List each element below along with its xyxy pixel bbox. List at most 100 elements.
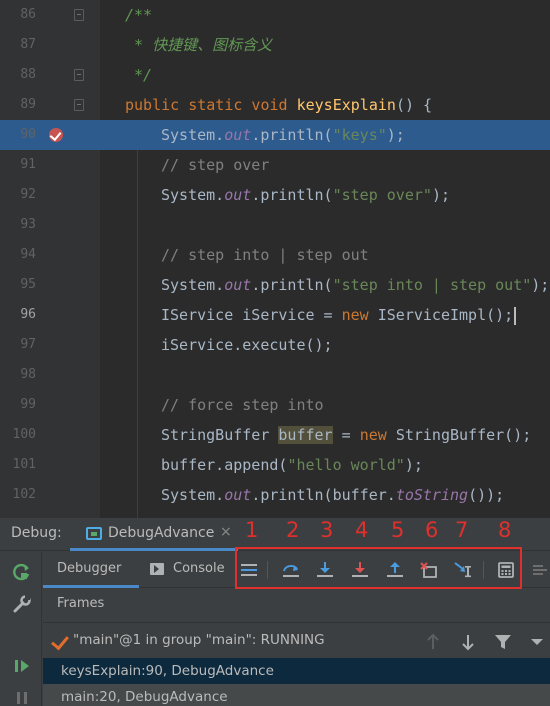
code-line[interactable]: 95 System.out.println("step into | step o… <box>0 270 550 300</box>
code-line[interactable]: 101 buffer.append("hello world"); <box>0 450 550 480</box>
annotation-number-7: 7 <box>455 518 469 542</box>
code-text: public static void keysExplain() { <box>125 95 432 115</box>
check-icon <box>51 631 69 651</box>
annotation-number-6: 6 <box>425 518 439 542</box>
code-text: // step over <box>161 155 269 175</box>
tab-console[interactable]: Console <box>139 552 231 588</box>
code-token: out <box>224 126 252 144</box>
code-token: System. <box>161 186 225 204</box>
code-line[interactable]: 90 System.out.println("keys"); <box>0 120 550 150</box>
fold-marker-icon[interactable] <box>74 99 84 111</box>
code-line[interactable]: 93 <box>0 210 550 240</box>
code-text: StringBuffer buffer = new StringBuffer()… <box>161 425 531 445</box>
code-token: "keys" <box>332 126 387 144</box>
filter-icon[interactable] <box>493 632 513 652</box>
code-token: // step over <box>161 156 270 174</box>
code-line[interactable]: 89 public static void keysExplain() { <box>0 90 550 120</box>
step-into-icon[interactable] <box>315 560 335 580</box>
annotation-number-8: 8 <box>498 518 512 542</box>
code-line[interactable]: 91 // step over <box>0 150 550 180</box>
annotation-number-3: 3 <box>320 518 334 542</box>
code-line[interactable]: 87 * 快捷键、图标含义 <box>0 30 550 60</box>
code-line[interactable]: 98 <box>0 360 550 390</box>
debug-header: Debug: DebugAdvance × 1 2 3 4 5 6 7 8 <box>0 518 550 551</box>
code-editor[interactable]: 86/** 87 * 快捷键、图标含义 88 */89 public static v… <box>0 0 550 518</box>
code-text: IService iService = new IServiceImpl(); <box>161 305 517 325</box>
frame-label: keysExplain:90, DebugAdvance <box>61 663 274 679</box>
thread-selector[interactable]: "main"@1 in group "main": RUNNING <box>43 623 550 660</box>
debug-session-tab[interactable]: DebugAdvance × <box>70 518 238 551</box>
code-text: System.out.println("keys"); <box>161 125 405 145</box>
line-number: 93 <box>20 217 36 232</box>
code-text: // force step into <box>161 395 324 415</box>
breakpoint-icon[interactable] <box>49 128 63 142</box>
frame-item[interactable]: main:20, DebugAdvance <box>43 684 550 706</box>
code-line[interactable]: 96 IService iService = new IServiceImpl()… <box>0 300 550 330</box>
annotation-number-1: 1 <box>245 518 259 542</box>
wrench-settings-icon[interactable] <box>12 594 32 614</box>
run-to-cursor-icon[interactable] <box>453 560 473 580</box>
code-token: // force step into <box>161 396 324 414</box>
resume-program-icon[interactable] <box>12 656 32 676</box>
trace-current-stream-icon[interactable] <box>531 560 550 580</box>
code-line[interactable]: 94 // step into | step out <box>0 240 550 270</box>
code-line[interactable]: 102 System.out.println(buffer.toString())… <box>0 480 550 510</box>
code-token: StringBuffer <box>161 426 279 444</box>
show-execution-point-icon[interactable] <box>239 560 259 580</box>
close-tab-button[interactable]: × <box>220 524 232 540</box>
line-number: 97 <box>20 337 36 352</box>
code-line[interactable]: 88 */ <box>0 60 550 90</box>
arrow-down-icon[interactable] <box>458 632 478 652</box>
line-number: 91 <box>20 157 36 172</box>
line-number: 102 <box>12 487 36 502</box>
line-number: 96 <box>20 307 36 322</box>
code-line[interactable]: 99 // force step into <box>0 390 550 420</box>
step-out-icon[interactable] <box>385 560 405 580</box>
code-token: "step into | step out" <box>332 276 532 294</box>
drop-frame-icon[interactable] <box>419 560 439 580</box>
code-token: out <box>224 186 252 204</box>
code-token: .println( <box>251 126 333 144</box>
code-token: "hello world" <box>287 456 405 474</box>
tab-debugger-label: Debugger <box>57 561 122 576</box>
line-number: 95 <box>20 277 36 292</box>
chevron-down-icon[interactable] <box>527 632 547 652</box>
code-token: public static void <box>125 96 297 114</box>
code-token: System. <box>161 486 225 504</box>
code-token: .println( <box>251 186 333 204</box>
code-line[interactable]: 100 StringBuffer buffer = new StringBuffe… <box>0 420 550 450</box>
code-text: System.out.println(buffer.toString()); <box>161 485 504 505</box>
code-text: System.out.println("step over"); <box>161 185 450 205</box>
arrow-up-icon[interactable] <box>423 632 443 652</box>
code-token: ); <box>404 456 423 474</box>
frame-item-selected[interactable]: keysExplain:90, DebugAdvance <box>43 658 550 684</box>
rerun-icon[interactable] <box>12 562 32 582</box>
code-token: ); <box>431 186 450 204</box>
code-text: /** <box>125 5 152 25</box>
line-number: 87 <box>20 37 36 52</box>
evaluate-expression-icon[interactable] <box>496 560 516 580</box>
code-token: toString <box>395 486 469 504</box>
tab-debugger[interactable]: Debugger <box>43 552 139 588</box>
fold-marker-icon[interactable] <box>74 69 84 81</box>
line-number: 99 <box>20 397 36 412</box>
code-text: iService.execute(); <box>161 335 333 355</box>
code-token: System. <box>161 276 225 294</box>
force-step-into-icon[interactable] <box>350 560 370 580</box>
code-token: // step into | step out <box>161 246 369 264</box>
code-line[interactable]: 92 System.out.println("step over"); <box>0 180 550 210</box>
code-token: .println(buffer. <box>251 486 396 504</box>
step-over-icon[interactable] <box>281 560 301 580</box>
code-line[interactable]: 97 iService.execute(); <box>0 330 550 360</box>
line-number: 101 <box>12 457 36 472</box>
code-token: ); <box>386 126 405 144</box>
pause-program-icon[interactable] <box>12 688 32 706</box>
code-token: keysExplain <box>296 96 396 114</box>
debug-left-toolbar <box>0 552 42 706</box>
code-text: // step into | step out <box>161 245 369 265</box>
code-line[interactable]: 86 /** <box>0 0 550 30</box>
thread-name: "main"@1 in group "main": RUNNING <box>73 632 325 648</box>
run-config-icon <box>86 527 102 540</box>
code-token: System. <box>161 126 225 144</box>
fold-marker-icon[interactable] <box>74 9 84 21</box>
